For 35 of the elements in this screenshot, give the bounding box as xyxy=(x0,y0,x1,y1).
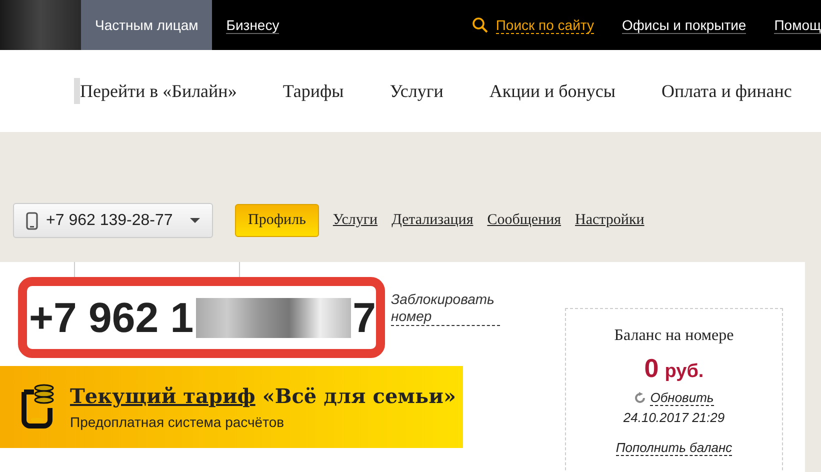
phone-number: +7 962 1 xyxy=(29,294,194,342)
segment-tab[interactable]: Бизнесу xyxy=(212,0,294,50)
refresh-link[interactable]: Обновить xyxy=(650,390,714,406)
block-number-link[interactable]: Заблокировать номер xyxy=(391,291,500,326)
balance-amount: 0 xyxy=(644,353,659,384)
profile-tab[interactable]: Профиль xyxy=(235,204,319,237)
currency-label: руб. xyxy=(664,361,704,383)
balance-title: Баланс на номере xyxy=(614,327,734,345)
top-link[interactable]: Помощ xyxy=(774,16,821,34)
top-up-link[interactable]: Пополнить баланс xyxy=(616,440,732,456)
number-dropdown[interactable]: +7 962 139-28-77 xyxy=(13,203,213,238)
profile-tab[interactable]: Услуги xyxy=(332,212,378,229)
search-icon[interactable] xyxy=(472,17,488,33)
phone-icon xyxy=(26,212,38,230)
caret-icon xyxy=(190,218,200,224)
balance-timestamp: 24.10.2017 21:29 xyxy=(623,410,725,425)
top-link[interactable]: Офисы и покрытие xyxy=(622,16,746,34)
profile-tab[interactable]: Сообщения xyxy=(487,212,562,229)
tariff-name: «Всё для семьи» xyxy=(262,384,456,408)
tariff-link[interactable]: Текущий тариф xyxy=(70,384,256,408)
refresh-icon[interactable] xyxy=(634,392,646,404)
nav-link[interactable]: Перейти в «Билайн» xyxy=(80,80,237,102)
nav-link[interactable]: Услуги xyxy=(390,80,444,102)
search-link[interactable]: Поиск по сайту xyxy=(496,16,594,34)
profile-tab[interactable]: Детализация xyxy=(392,212,474,229)
pixelated-block xyxy=(74,78,80,104)
tariff-subtitle: Предоплатная система расчётов xyxy=(70,414,286,430)
nav-link[interactable]: Тарифы xyxy=(282,80,344,102)
segment-tab[interactable]: Частным лицам xyxy=(81,0,212,50)
logo-placeholder[interactable] xyxy=(0,0,81,50)
profile-tab[interactable]: Настройки xyxy=(575,212,644,229)
phone-coins-icon xyxy=(20,384,56,430)
nav-link[interactable]: Оплата и финанс xyxy=(662,80,792,102)
phone-number: 7 xyxy=(352,294,376,342)
nav-link[interactable]: Акции и бонусы xyxy=(489,80,616,102)
